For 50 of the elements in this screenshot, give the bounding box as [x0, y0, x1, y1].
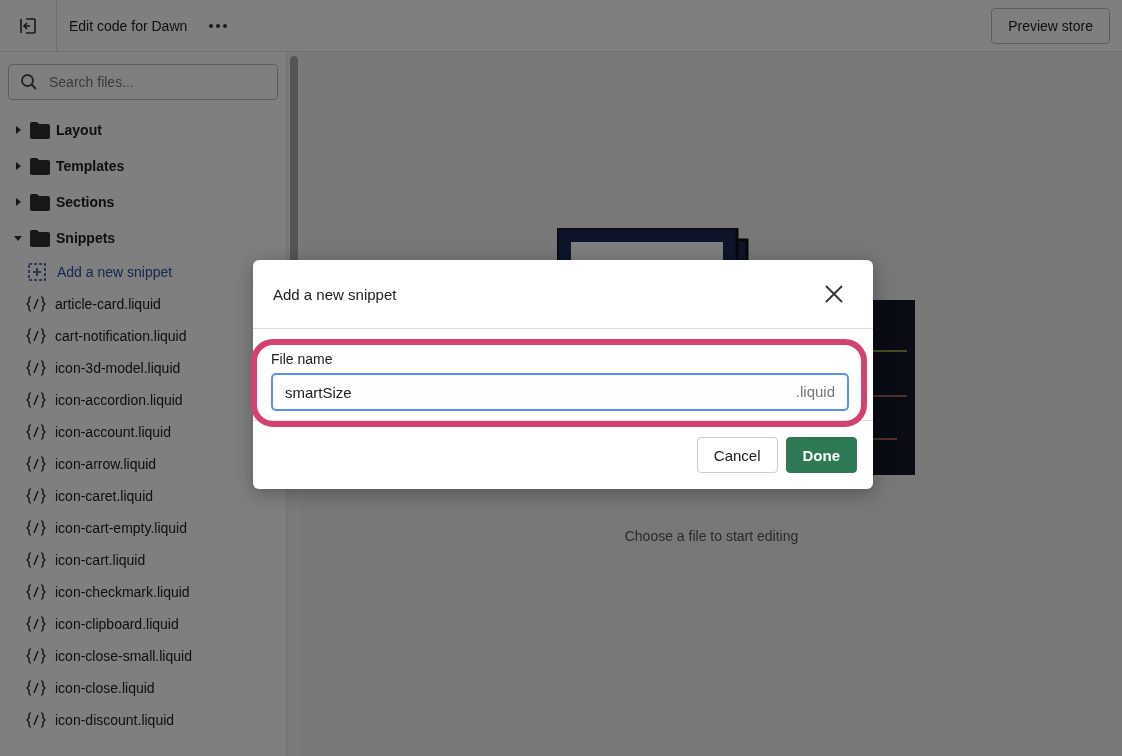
file-item[interactable]: icon-arrow.liquid [8, 448, 157, 480]
folder-item[interactable]: Layout [8, 112, 278, 148]
code-file-icon [26, 360, 46, 376]
folder-item[interactable]: Templates [8, 148, 278, 184]
code-file-icon [26, 328, 46, 344]
code-file-icon [26, 584, 46, 600]
file-extension: .liquid [795, 383, 835, 400]
code-file-icon [26, 680, 46, 696]
preview-store-button[interactable]: Preview store [991, 7, 1110, 44]
file-item[interactable]: icon-checkmark.liquid [8, 576, 190, 608]
folder-icon [30, 193, 50, 211]
file-item[interactable]: icon-caret.liquid [8, 480, 154, 512]
add-file-icon [28, 263, 46, 281]
code-file-icon [26, 648, 46, 664]
folder-icon [30, 229, 50, 247]
page-title: Edit code for Dawn [69, 17, 188, 34]
code-file-icon [26, 552, 46, 568]
folder-icon [30, 157, 50, 175]
folder-icon [30, 121, 50, 139]
code-file-icon [26, 296, 46, 312]
dialog-title: Add a new snippet [273, 285, 397, 303]
field-label: File name [271, 351, 334, 367]
folder-item[interactable]: Snippets [8, 220, 278, 256]
file-item[interactable]: icon-3d-model.liquid [8, 352, 181, 384]
code-file-icon [26, 712, 46, 728]
code-file-icon [26, 392, 46, 408]
search-field[interactable]: Search files... [8, 64, 278, 100]
file-item[interactable]: article-card.liquid [8, 288, 161, 320]
code-file-icon [26, 520, 46, 536]
file-item[interactable]: icon-account.liquid [8, 416, 171, 448]
close-icon[interactable] [825, 285, 843, 303]
file-item[interactable]: icon-accordion.liquid [8, 384, 183, 416]
more-icon[interactable] [209, 23, 228, 28]
code-file-icon [26, 456, 46, 472]
file-item[interactable]: icon-discount.liquid [8, 704, 175, 736]
exit-icon[interactable] [19, 16, 37, 35]
cancel-button[interactable]: Cancel [696, 437, 778, 473]
file-item[interactable]: icon-close.liquid [8, 672, 155, 704]
done-button[interactable]: Done [785, 437, 857, 473]
code-file-icon [26, 488, 46, 504]
file-item[interactable]: icon-close-small.liquid [8, 640, 192, 672]
empty-state-text: Choose a file to start editing [624, 528, 799, 544]
file-item[interactable]: icon-clipboard.liquid [8, 608, 179, 640]
folder-item[interactable]: Sections [8, 184, 278, 220]
file-item[interactable]: cart-notification.liquid [8, 320, 187, 352]
file-item[interactable]: icon-cart-empty.liquid [8, 512, 187, 544]
code-file-icon [26, 616, 46, 632]
file-item[interactable]: icon-cart.liquid [8, 544, 146, 576]
code-file-icon [26, 424, 46, 440]
add-snippet-link[interactable]: Add a new snippet [8, 256, 173, 288]
